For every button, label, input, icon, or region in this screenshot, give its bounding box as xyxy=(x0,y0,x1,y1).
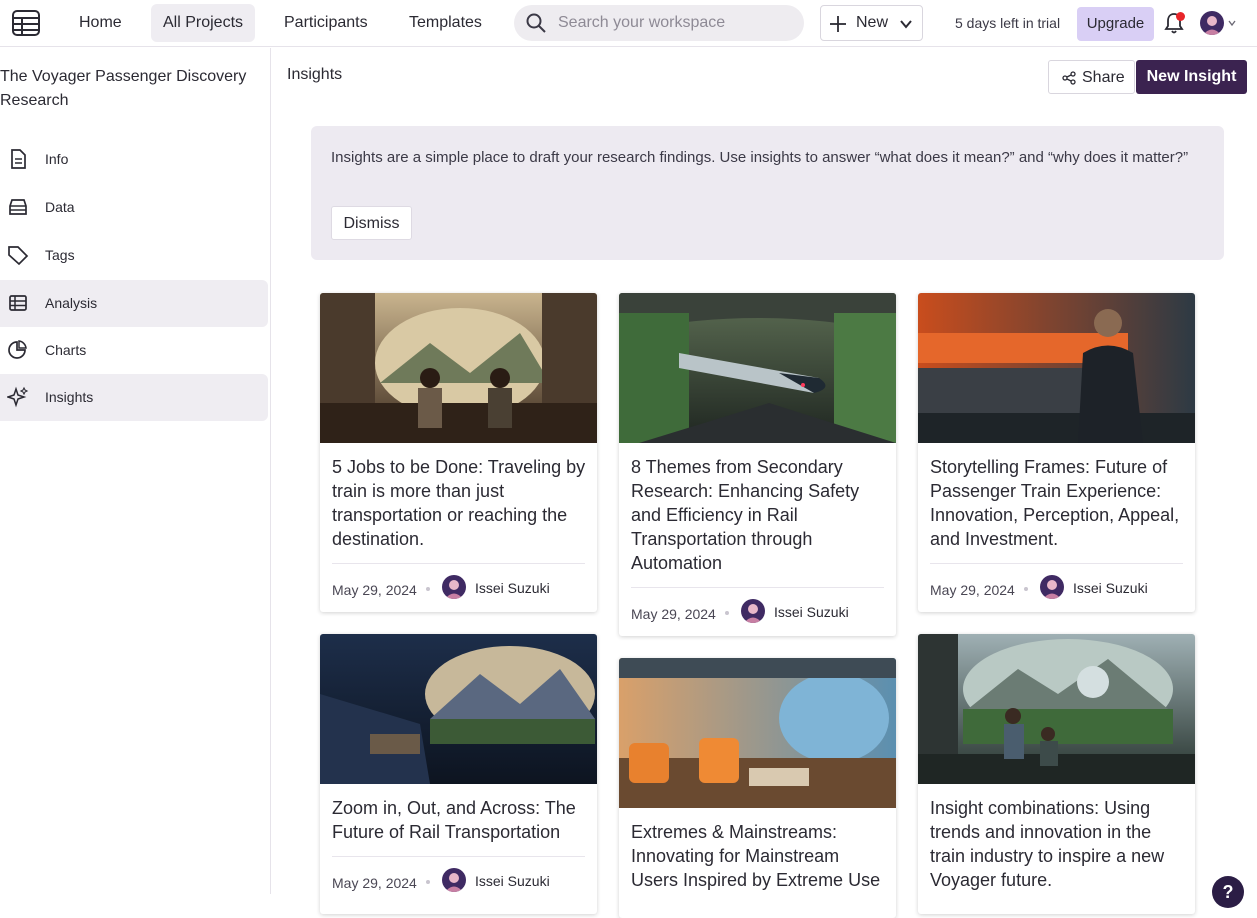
card-date: May 29, 2024 xyxy=(332,582,417,598)
insight-card[interactable]: 8 Themes from Secondary Research: Enhanc… xyxy=(619,293,896,636)
new-insight-button[interactable]: New Insight xyxy=(1136,60,1247,94)
author-avatar xyxy=(1040,575,1064,599)
top-navigation-bar: Home All Projects Participants Templates… xyxy=(0,0,1257,47)
card-image xyxy=(619,658,896,808)
tag-icon xyxy=(8,246,29,266)
card-image xyxy=(320,293,597,443)
banner-text: Insights are a simple place to draft you… xyxy=(331,149,1189,166)
pie-chart-icon xyxy=(8,340,27,359)
card-image xyxy=(918,293,1195,443)
sidebar-item-label: Insights xyxy=(45,389,94,405)
card-author: Issei Suzuki xyxy=(475,580,550,596)
dismiss-button[interactable]: Dismiss xyxy=(331,206,412,240)
card-author: Issei Suzuki xyxy=(774,604,849,620)
project-title: The Voyager Passenger Discovery Research xyxy=(0,68,247,109)
card-title[interactable]: 8 Themes from Secondary Research: Enhanc… xyxy=(631,455,889,575)
insight-card[interactable]: Extremes & Mainstreams: Innovating for M… xyxy=(619,658,896,918)
sidebar-item-label: Data xyxy=(45,199,75,215)
separator-dot xyxy=(426,880,430,884)
database-icon xyxy=(9,199,27,215)
sidebar-item-label: Info xyxy=(45,151,69,167)
help-button[interactable]: ? xyxy=(1212,876,1244,908)
share-button[interactable]: Share xyxy=(1048,60,1135,94)
nav-all-projects[interactable]: All Projects xyxy=(151,4,256,42)
avatar-icon xyxy=(1043,580,1061,599)
avatar-icon xyxy=(445,873,463,892)
insight-card[interactable]: Zoom in, Out, and Across: The Future of … xyxy=(320,634,597,914)
nav-home[interactable]: Home xyxy=(67,4,134,42)
card-title[interactable]: Insight combinations: Using trends and i… xyxy=(930,796,1188,892)
separator-dot xyxy=(725,611,729,615)
sparkle-icon xyxy=(7,386,29,408)
card-author: Issei Suzuki xyxy=(1073,580,1148,596)
sidebar-item-insights[interactable]: Insights xyxy=(0,374,268,421)
app-logo-icon[interactable] xyxy=(11,9,41,37)
nav-templates[interactable]: Templates xyxy=(397,4,494,42)
sidebar-item-data[interactable]: Data xyxy=(0,184,268,231)
user-avatar[interactable] xyxy=(1200,11,1224,35)
chevron-down-icon[interactable] xyxy=(1228,19,1236,27)
card-title[interactable]: 5 Jobs to be Done: Traveling by train is… xyxy=(332,455,590,551)
card-date: May 29, 2024 xyxy=(631,606,716,622)
card-date: May 29, 2024 xyxy=(332,875,417,891)
insight-card[interactable]: Storytelling Frames: Future of Passenger… xyxy=(918,293,1195,612)
sidebar-item-label: Analysis xyxy=(45,295,98,311)
insight-card[interactable]: 5 Jobs to be Done: Traveling by train is… xyxy=(320,293,597,612)
card-divider xyxy=(631,587,884,588)
sidebar-item-charts[interactable]: Charts xyxy=(0,327,268,374)
card-date: May 29, 2024 xyxy=(930,582,1015,598)
trial-status-text: 5 days left in trial xyxy=(955,15,1061,31)
separator-dot xyxy=(426,587,430,591)
sidebar-item-label: Charts xyxy=(45,342,87,358)
author-avatar xyxy=(442,868,466,892)
card-title[interactable]: Zoom in, Out, and Across: The Future of … xyxy=(332,796,590,844)
nav-participants[interactable]: Participants xyxy=(272,4,380,42)
author-avatar xyxy=(741,599,765,623)
sidebar-item-tags[interactable]: Tags xyxy=(0,232,268,279)
plus-icon xyxy=(830,16,846,32)
sidebar-item-info[interactable]: Info xyxy=(0,136,268,183)
card-title[interactable]: Extremes & Mainstreams: Innovating for M… xyxy=(631,820,889,892)
sidebar-item-analysis[interactable]: Analysis xyxy=(0,280,268,327)
card-divider xyxy=(332,856,585,857)
share-button-label: Share xyxy=(1082,69,1125,86)
author-avatar xyxy=(442,575,466,599)
card-image xyxy=(918,634,1195,784)
document-icon xyxy=(11,149,26,169)
card-title[interactable]: Storytelling Frames: Future of Passenger… xyxy=(930,455,1188,551)
separator-dot xyxy=(1024,587,1028,591)
insight-card[interactable]: Insight combinations: Using trends and i… xyxy=(918,634,1195,914)
notification-dot xyxy=(1176,12,1185,21)
search-input[interactable]: Search your workspace xyxy=(514,5,804,41)
avatar-icon xyxy=(445,580,463,599)
card-author: Issei Suzuki xyxy=(475,873,550,889)
insights-info-banner: Insights are a simple place to draft you… xyxy=(311,126,1224,260)
table-icon xyxy=(9,295,27,311)
avatar-icon xyxy=(1203,16,1221,35)
page-title: Insights xyxy=(287,66,343,83)
new-button[interactable]: New xyxy=(820,5,923,41)
search-placeholder: Search your workspace xyxy=(558,14,726,31)
card-divider xyxy=(930,563,1183,564)
sidebar-item-label: Tags xyxy=(45,247,75,263)
new-button-label: New xyxy=(856,14,889,31)
share-icon xyxy=(1062,71,1076,85)
upgrade-button[interactable]: Upgrade xyxy=(1077,7,1154,41)
card-image xyxy=(619,293,896,443)
card-divider xyxy=(332,563,585,564)
chevron-down-icon xyxy=(900,20,912,29)
search-icon xyxy=(526,13,546,33)
avatar-icon xyxy=(744,604,762,623)
project-sidebar: The Voyager Passenger Discovery Research… xyxy=(0,48,271,894)
card-image xyxy=(320,634,597,784)
